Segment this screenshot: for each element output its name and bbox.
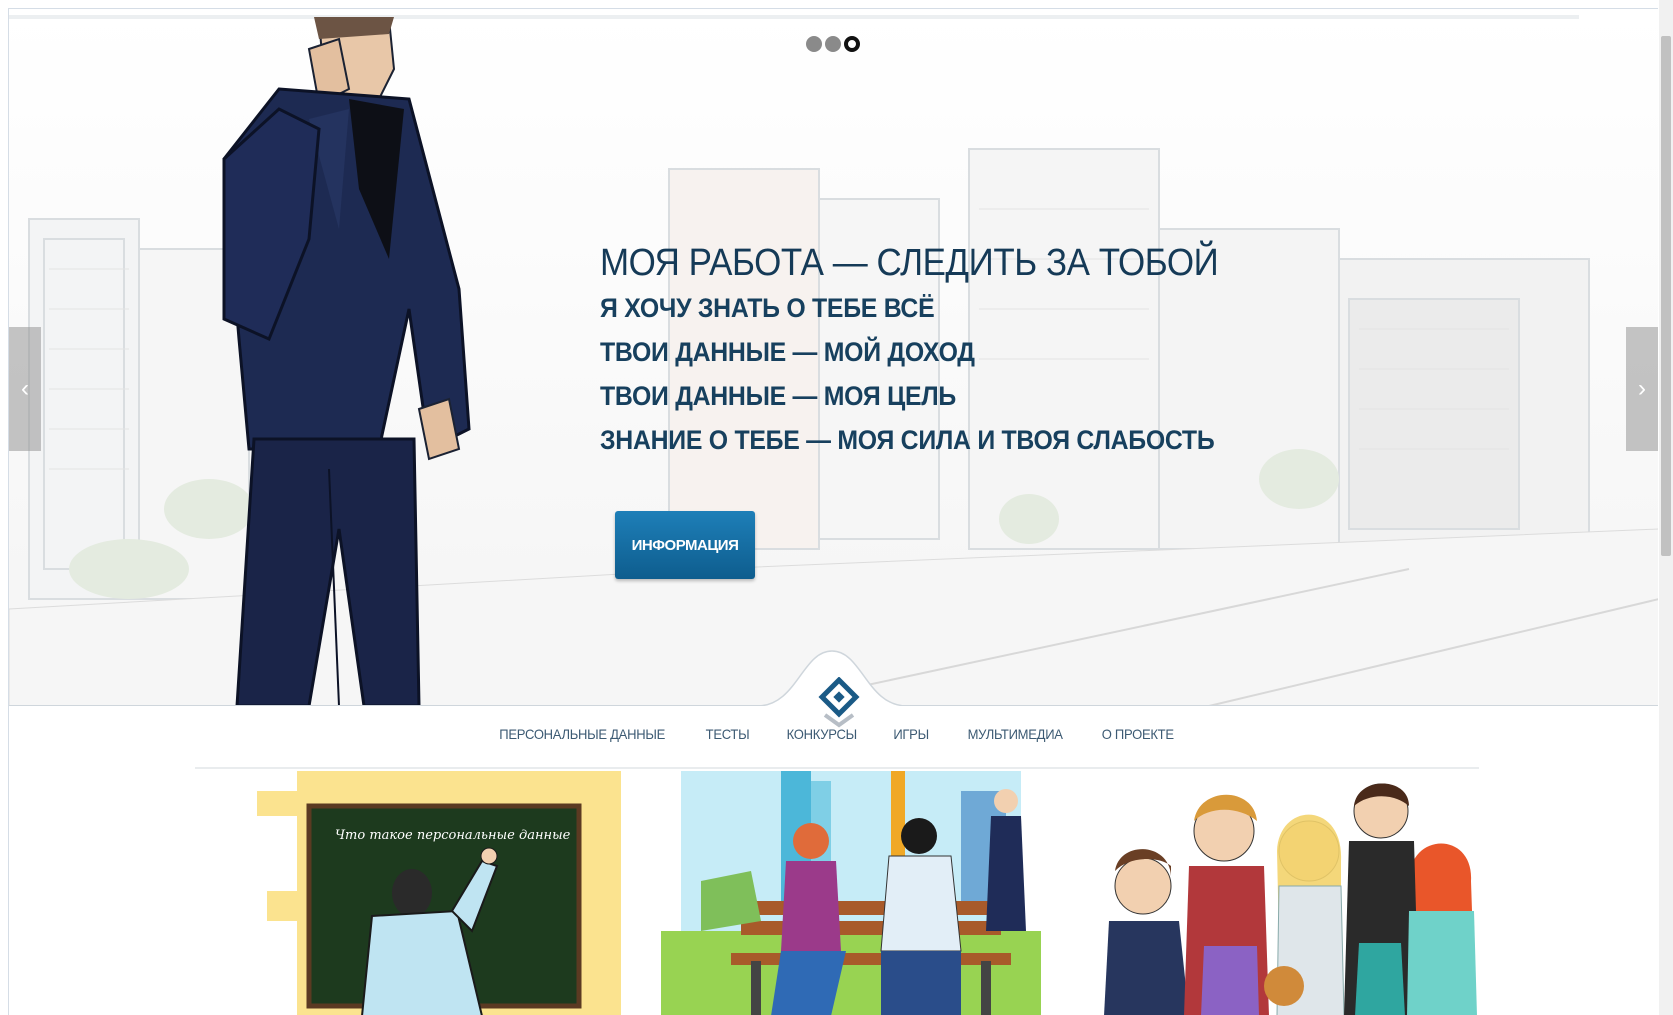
chevron-left-icon: ‹ bbox=[21, 375, 29, 402]
nav-underline bbox=[195, 767, 1479, 769]
slide-line: ТВОИ ДАННЫЕ — МОЙ ДОХОД bbox=[600, 337, 975, 367]
chalkboard-text: Что такое персональные данные bbox=[335, 828, 571, 843]
slide-line: Я ХОЧУ ЗНАТЬ О ТЕБЕ ВСЁ bbox=[600, 293, 935, 323]
card-games[interactable] bbox=[1079, 771, 1479, 1015]
slider-next-button[interactable]: › bbox=[1626, 327, 1658, 451]
group-of-teens-illustration bbox=[1079, 771, 1479, 1015]
slider-dot-3[interactable] bbox=[844, 36, 860, 52]
slider-dots bbox=[806, 36, 860, 52]
slide-title: МОЯ РАБОТА — СЛЕДИТЬ ЗА ТОБОЙ bbox=[600, 242, 1219, 284]
nav-about[interactable]: О ПРОЕКТЕ bbox=[1102, 726, 1174, 742]
slide-text: МОЯ РАБОТА — СЛЕДИТЬ ЗА ТОБОЙ Я ХОЧУ ЗНА… bbox=[600, 240, 1272, 462]
chalkboard-teacher-illustration: Что такое персональные данные bbox=[257, 771, 621, 1015]
card-personal-data[interactable]: Что такое персональные данные bbox=[257, 771, 621, 1015]
slide-line: ЗНАНИЕ О ТЕБЕ — МОЯ СИЛА И ТВОЯ СЛАБОСТЬ bbox=[600, 425, 1215, 455]
page: МОЯ РАБОТА — СЛЕДИТЬ ЗА ТОБОЙ Я ХОЧУ ЗНА… bbox=[8, 8, 1658, 1015]
nav-contests[interactable]: КОНКУРСЫ bbox=[787, 726, 857, 742]
slider-prev-button[interactable]: ‹ bbox=[9, 327, 41, 451]
slide-line: ТВОИ ДАННЫЕ — МОЯ ЦЕЛЬ bbox=[600, 381, 956, 411]
park-bench-people-illustration bbox=[661, 771, 1041, 1015]
nav-personal-data[interactable]: ПЕРСОНАЛЬНЫЕ ДАННЫЕ bbox=[499, 726, 665, 742]
card-contests[interactable] bbox=[661, 771, 1041, 1015]
slider-dot-2[interactable] bbox=[825, 36, 841, 52]
nav-games[interactable]: ИГРЫ bbox=[894, 726, 930, 742]
scrollbar-thumb[interactable] bbox=[1661, 36, 1671, 556]
main-nav: ПЕРСОНАЛЬНЫЕ ДАННЫЕ ТЕСТЫ КОНКУРСЫ ИГРЫ … bbox=[9, 726, 1658, 742]
nav-multimedia[interactable]: МУЛЬТИМЕДИА bbox=[967, 726, 1062, 742]
slider-dot-1[interactable] bbox=[806, 36, 822, 52]
nav-tests[interactable]: ТЕСТЫ bbox=[706, 726, 750, 742]
info-button[interactable]: ИНФОРМАЦИЯ bbox=[615, 511, 755, 579]
hero-slider: МОЯ РАБОТА — СЛЕДИТЬ ЗА ТОБОЙ Я ХОЧУ ЗНА… bbox=[9, 9, 1658, 706]
chevron-right-icon: › bbox=[1638, 375, 1646, 402]
site-logo-icon[interactable] bbox=[817, 677, 861, 729]
